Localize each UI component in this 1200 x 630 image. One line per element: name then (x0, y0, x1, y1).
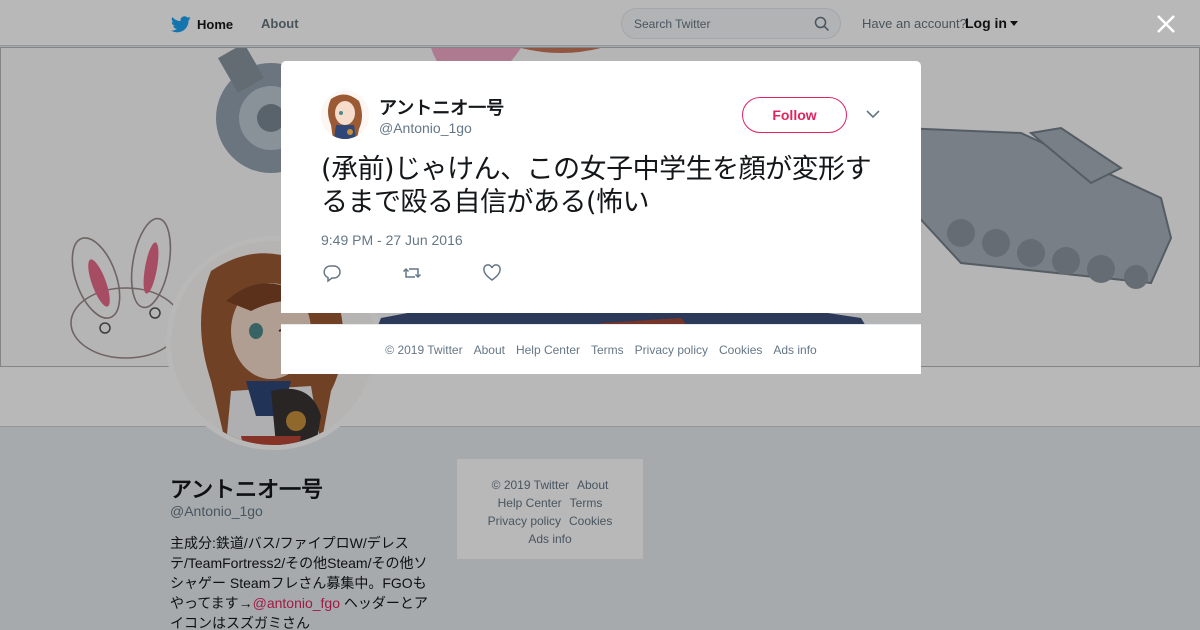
retweet-icon[interactable] (402, 263, 422, 283)
tweet-text: (承前)じゃけん、この女子中学生を顔が変形するまで殴る自信がある(怖い (321, 154, 872, 218)
tweet-author-name[interactable]: アントニオ一号 (379, 94, 504, 120)
follow-button[interactable]: Follow (742, 97, 847, 133)
tweet-timestamp[interactable]: 9:49 PM - 27 Jun 2016 (321, 232, 463, 248)
tweet-avatar-illustration (321, 91, 369, 139)
tweet-author-handle[interactable]: @Antonio_1go (379, 120, 472, 136)
modal-footer-cookies-link[interactable]: Cookies (719, 343, 762, 357)
modal-footer-copyright: © 2019 Twitter (385, 342, 463, 357)
tweet-permalink-modal: アントニオ一号 @Antonio_1go Follow (承前)じゃけん、この女… (281, 61, 921, 313)
modal-footer-help-link[interactable]: Help Center (516, 343, 580, 357)
close-icon[interactable] (1155, 13, 1177, 35)
modal-footer-ads-link[interactable]: Ads info (773, 343, 816, 357)
modal-footer-about-link[interactable]: About (474, 343, 505, 357)
chevron-down-icon[interactable] (864, 107, 882, 121)
modal-footer: © 2019 Twitter About Help Center Terms P… (281, 324, 921, 374)
tweet-author-avatar[interactable] (321, 91, 369, 139)
reply-icon[interactable] (322, 263, 342, 283)
modal-footer-terms-link[interactable]: Terms (591, 343, 624, 357)
like-icon[interactable] (482, 263, 502, 283)
modal-footer-privacy-link[interactable]: Privacy policy (635, 343, 708, 357)
